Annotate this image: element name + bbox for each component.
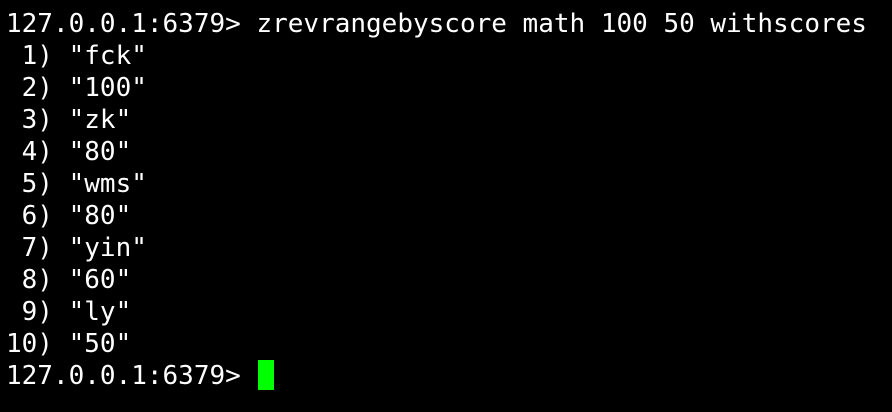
result-line: 7) "yin" <box>6 233 147 263</box>
prompt: 127.0.0.1:6379> <box>6 9 257 39</box>
result-line: 10) "50" <box>6 329 132 359</box>
cursor[interactable] <box>258 360 275 390</box>
result-line: 8) "60" <box>6 265 132 295</box>
prompt: 127.0.0.1:6379> <box>6 361 257 391</box>
command-text: zrevrangebyscore math 100 50 withscores <box>256 9 867 39</box>
input-line[interactable]: 127.0.0.1:6379> <box>6 360 892 392</box>
command-line: 127.0.0.1:6379> zrevrangebyscore math 10… <box>6 8 892 40</box>
result-line: 5) "wms" <box>6 169 147 199</box>
result-line: 6) "80" <box>6 201 132 231</box>
result-line: 1) "fck" <box>6 41 147 71</box>
terminal-window[interactable]: 127.0.0.1:6379> zrevrangebyscore math 10… <box>0 0 892 412</box>
result-line: 2) "100" <box>6 73 147 103</box>
result-line: 3) "zk" <box>6 105 132 135</box>
result-line: 4) "80" <box>6 137 132 167</box>
result-line: 9) "ly" <box>6 297 132 327</box>
